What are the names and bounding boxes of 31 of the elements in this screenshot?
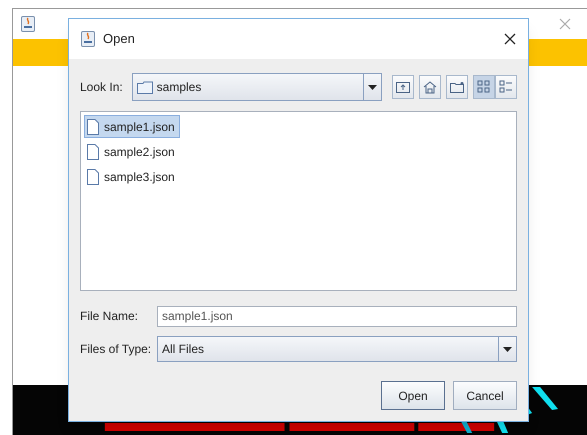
close-icon[interactable]: [504, 33, 516, 45]
folder-icon: [450, 81, 464, 93]
file-item[interactable]: sample3.json: [84, 165, 180, 188]
home-icon: [423, 80, 437, 94]
file-icon: [87, 118, 99, 134]
caret-icon: [503, 346, 512, 352]
look-in-label: Look In:: [80, 79, 124, 96]
folder-icon: [136, 80, 153, 94]
open-button[interactable]: Open: [381, 381, 445, 410]
java-icon: [81, 31, 95, 47]
file-icon: [87, 168, 99, 184]
toolbar-button[interactable]: [446, 75, 468, 99]
file-name-field[interactable]: sample1.json: [157, 306, 517, 326]
file-icon: [87, 144, 99, 160]
java-icon: [21, 16, 35, 32]
file-item[interactable]: sample1.json: [84, 115, 180, 138]
file-name-label: File Name:: [80, 308, 140, 325]
files-of-type-label: Files of Type:: [80, 341, 152, 358]
details-view-icon: [499, 80, 513, 94]
look-in-dropdown[interactable]: samples: [132, 73, 382, 101]
list-view-icon: [477, 80, 491, 94]
caret-icon: [368, 84, 377, 90]
toolbar-button[interactable]: [473, 75, 495, 99]
files-of-type-dropdown[interactable]: All Files: [157, 336, 517, 362]
cancel-button[interactable]: Cancel: [453, 381, 517, 410]
toolbar-button[interactable]: [419, 75, 441, 99]
toolbar-button[interactable]: [495, 75, 517, 99]
file-item[interactable]: sample2.json: [84, 140, 180, 163]
folder-up-icon: [396, 81, 410, 93]
dialog-title: Open: [103, 30, 136, 48]
toolbar-button[interactable]: [392, 75, 414, 99]
